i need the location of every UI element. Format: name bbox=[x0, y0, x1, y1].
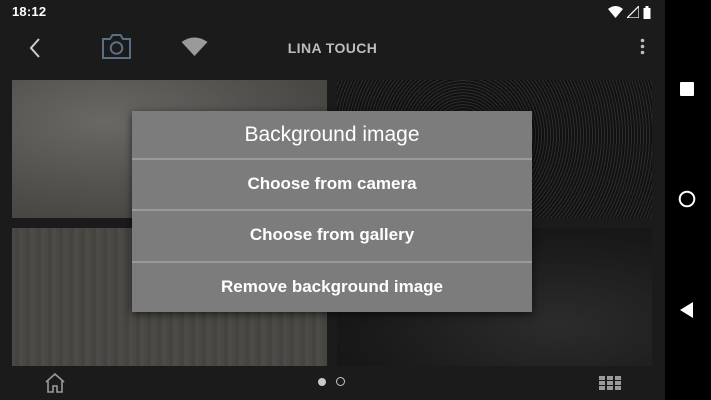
recents-square-icon[interactable] bbox=[680, 82, 694, 96]
choose-from-gallery-button[interactable]: Choose from gallery bbox=[132, 210, 532, 260]
back-triangle-icon[interactable] bbox=[680, 302, 694, 318]
system-navigation-bar bbox=[665, 0, 711, 400]
choose-from-camera-button[interactable]: Choose from camera bbox=[132, 159, 532, 209]
app-screen: 18:12 LINA TOUCH Background image Choose… bbox=[0, 0, 665, 400]
background-image-dialog: Background image Choose from camera Choo… bbox=[132, 111, 532, 312]
dialog-title: Background image bbox=[244, 123, 420, 146]
remove-background-image-button[interactable]: Remove background image bbox=[132, 262, 532, 312]
home-circle-icon[interactable] bbox=[678, 190, 696, 208]
